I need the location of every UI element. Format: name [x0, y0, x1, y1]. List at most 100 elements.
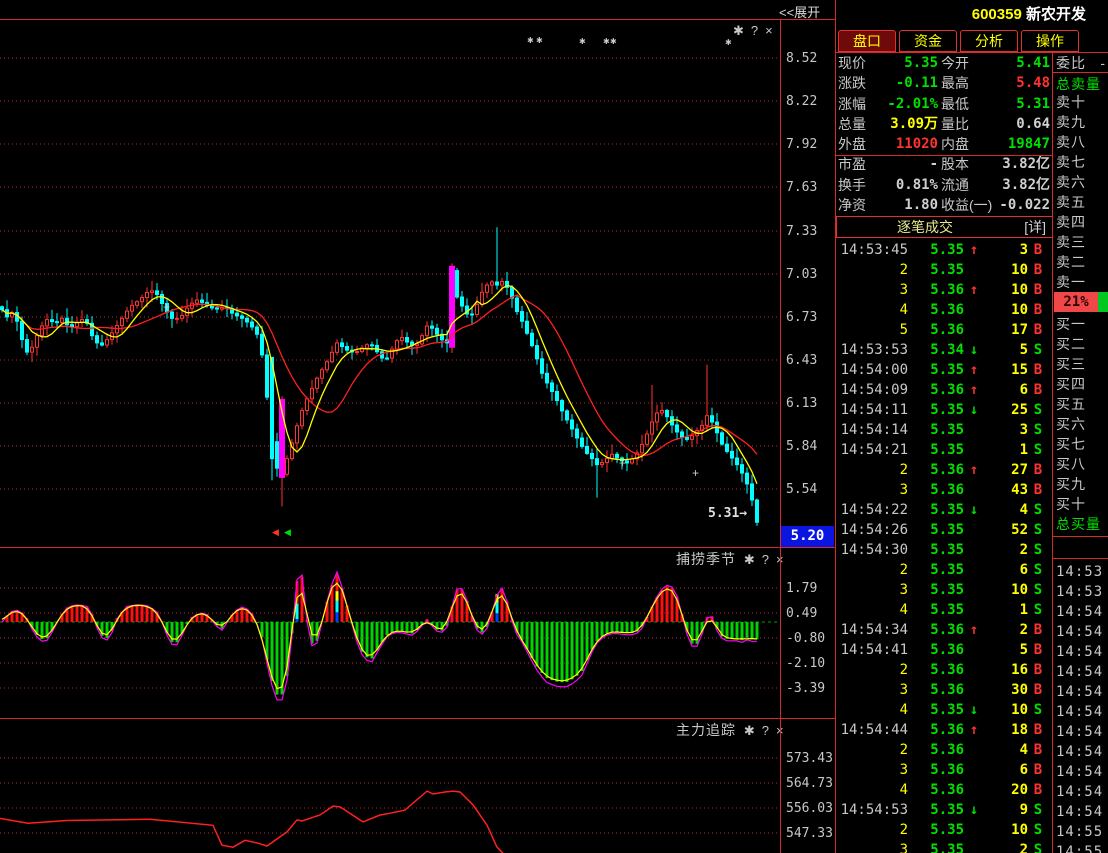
ask-level[interactable]: 卖七	[1056, 152, 1106, 172]
tick-row[interactable]: 35.3643B	[836, 480, 1052, 500]
tick-row[interactable]: 14:54:225.35↓4S	[836, 500, 1052, 520]
bid-level[interactable]: 买五	[1056, 394, 1106, 414]
tick-row[interactable]: 25.364B	[836, 740, 1052, 760]
time-row[interactable]: 14:53	[1056, 582, 1106, 602]
tick-row[interactable]: 35.352S	[836, 840, 1052, 853]
tick-row[interactable]: 55.3617B	[836, 320, 1052, 340]
tick-v: 9	[978, 800, 1028, 820]
bid-level[interactable]: 买四	[1056, 374, 1106, 394]
ask-level[interactable]: 卖一	[1056, 272, 1106, 292]
help-icon[interactable]: ?	[759, 552, 773, 567]
tick-row[interactable]: 14:54:305.352S	[836, 540, 1052, 560]
tick-time: 14:53:53	[838, 340, 908, 360]
tick-time: 2	[838, 560, 908, 580]
tick-v: 5	[978, 340, 1028, 360]
tick-row[interactable]: 14:54:115.35↓25S	[836, 400, 1052, 420]
settings-icon[interactable]: ✱	[741, 552, 759, 567]
tick-s: S	[1032, 600, 1044, 620]
time-row[interactable]: 14:55	[1056, 822, 1106, 842]
weibi-row: 委比-	[1056, 53, 1106, 73]
ask-level[interactable]: 卖四	[1056, 212, 1106, 232]
tab-zijin[interactable]: 资金	[899, 30, 957, 52]
tick-row[interactable]: 25.3510S	[836, 820, 1052, 840]
tick-row[interactable]: 25.36↑27B	[836, 460, 1052, 480]
tab-caozuo[interactable]: 操作	[1021, 30, 1079, 52]
tick-row[interactable]: 25.3510B	[836, 260, 1052, 280]
time-row[interactable]: 14:54	[1056, 622, 1106, 642]
tick-row[interactable]: 45.35↓10S	[836, 700, 1052, 720]
close-icon[interactable]: ×	[762, 23, 777, 38]
tick-row[interactable]: 35.36↑10B	[836, 280, 1052, 300]
tick-detail-link[interactable]: [详]	[1024, 217, 1046, 237]
tick-row[interactable]: 14:54:415.365B	[836, 640, 1052, 660]
ask-level[interactable]: 卖五	[1056, 192, 1106, 212]
help-icon[interactable]: ?	[748, 23, 762, 38]
quote-row: 现价5.35今开5.41	[838, 53, 1052, 73]
tick-row[interactable]: 14:54:535.35↓9S	[836, 800, 1052, 820]
tick-p: 5.35	[930, 840, 964, 853]
bid-level[interactable]: 买二	[1056, 334, 1106, 354]
time-row[interactable]: 14:54	[1056, 682, 1106, 702]
settings-icon[interactable]: ✱	[730, 23, 748, 38]
tick-row[interactable]: 14:53:455.35↑3B	[836, 240, 1052, 260]
tick-row[interactable]: 14:54:145.353S	[836, 420, 1052, 440]
time-row[interactable]: 14:54	[1056, 762, 1106, 782]
axis-label: 7.63	[786, 180, 832, 195]
time-row[interactable]: 14:54	[1056, 782, 1106, 802]
time-row[interactable]: 14:53	[1056, 562, 1106, 582]
tick-row[interactable]: 45.3610B	[836, 300, 1052, 320]
tick-row[interactable]: 35.3510S	[836, 580, 1052, 600]
tab-pankou[interactable]: 盘口	[838, 30, 896, 52]
tick-row[interactable]: 14:54:005.35↑15B	[836, 360, 1052, 380]
bid-level[interactable]: 买三	[1056, 354, 1106, 374]
signal-star-icon: ✱	[579, 38, 586, 46]
time-row[interactable]: 14:54	[1056, 802, 1106, 822]
tick-p: 5.36	[930, 760, 964, 780]
time-row[interactable]: 14:55	[1056, 842, 1106, 853]
stock-name: 新农开发	[1026, 6, 1086, 23]
tick-row[interactable]: 14:54:095.36↑6B	[836, 380, 1052, 400]
tick-p: 5.36	[930, 320, 964, 340]
quote-label: 换手	[838, 175, 866, 195]
help-icon[interactable]: ?	[759, 723, 773, 738]
tick-row[interactable]: 45.351S	[836, 600, 1052, 620]
tick-row[interactable]: 25.3616B	[836, 660, 1052, 680]
candlestick-chart[interactable]	[0, 19, 836, 547]
tick-s: B	[1032, 720, 1044, 740]
ask-level[interactable]: 卖八	[1056, 132, 1106, 152]
tab-fenxi[interactable]: 分析	[960, 30, 1018, 52]
tick-time: 2	[838, 260, 908, 280]
tick-row[interactable]: 14:54:345.36↑2B	[836, 620, 1052, 640]
time-row[interactable]: 14:54	[1056, 602, 1106, 622]
ask-level[interactable]: 卖六	[1056, 172, 1106, 192]
tick-time: 3	[838, 680, 908, 700]
bid-level[interactable]: 买九	[1056, 474, 1106, 494]
time-row[interactable]: 14:54	[1056, 642, 1106, 662]
tick-s: S	[1032, 520, 1044, 540]
tick-row[interactable]: 14:54:215.351S	[836, 440, 1052, 460]
ask-level[interactable]: 卖三	[1056, 232, 1106, 252]
tick-row[interactable]: 14:54:445.36↑18B	[836, 720, 1052, 740]
quote-label: 最低	[941, 94, 969, 114]
tick-row[interactable]: 14:54:265.3552S	[836, 520, 1052, 540]
tick-row[interactable]: 25.356S	[836, 560, 1052, 580]
time-row[interactable]: 14:54	[1056, 702, 1106, 722]
tick-row[interactable]: 45.3620B	[836, 780, 1052, 800]
tick-row[interactable]: 35.366B	[836, 760, 1052, 780]
bid-level[interactable]: 买一	[1056, 314, 1106, 334]
bid-level[interactable]: 买七	[1056, 434, 1106, 454]
bid-level[interactable]: 买十	[1056, 494, 1106, 514]
fishing-season-chart[interactable]	[0, 548, 836, 718]
tick-row[interactable]: 35.3630B	[836, 680, 1052, 700]
time-row[interactable]: 14:54	[1056, 722, 1106, 742]
ask-level[interactable]: 卖九	[1056, 112, 1106, 132]
settings-icon[interactable]: ✱	[741, 723, 759, 738]
bid-level[interactable]: 买六	[1056, 414, 1106, 434]
time-row[interactable]: 14:54	[1056, 662, 1106, 682]
ask-level[interactable]: 卖二	[1056, 252, 1106, 272]
time-row[interactable]: 14:54	[1056, 742, 1106, 762]
bid-level[interactable]: 买八	[1056, 454, 1106, 474]
axis-label: 5.54	[786, 482, 832, 497]
ask-level[interactable]: 卖十	[1056, 92, 1106, 112]
tick-row[interactable]: 14:53:535.34↓5S	[836, 340, 1052, 360]
